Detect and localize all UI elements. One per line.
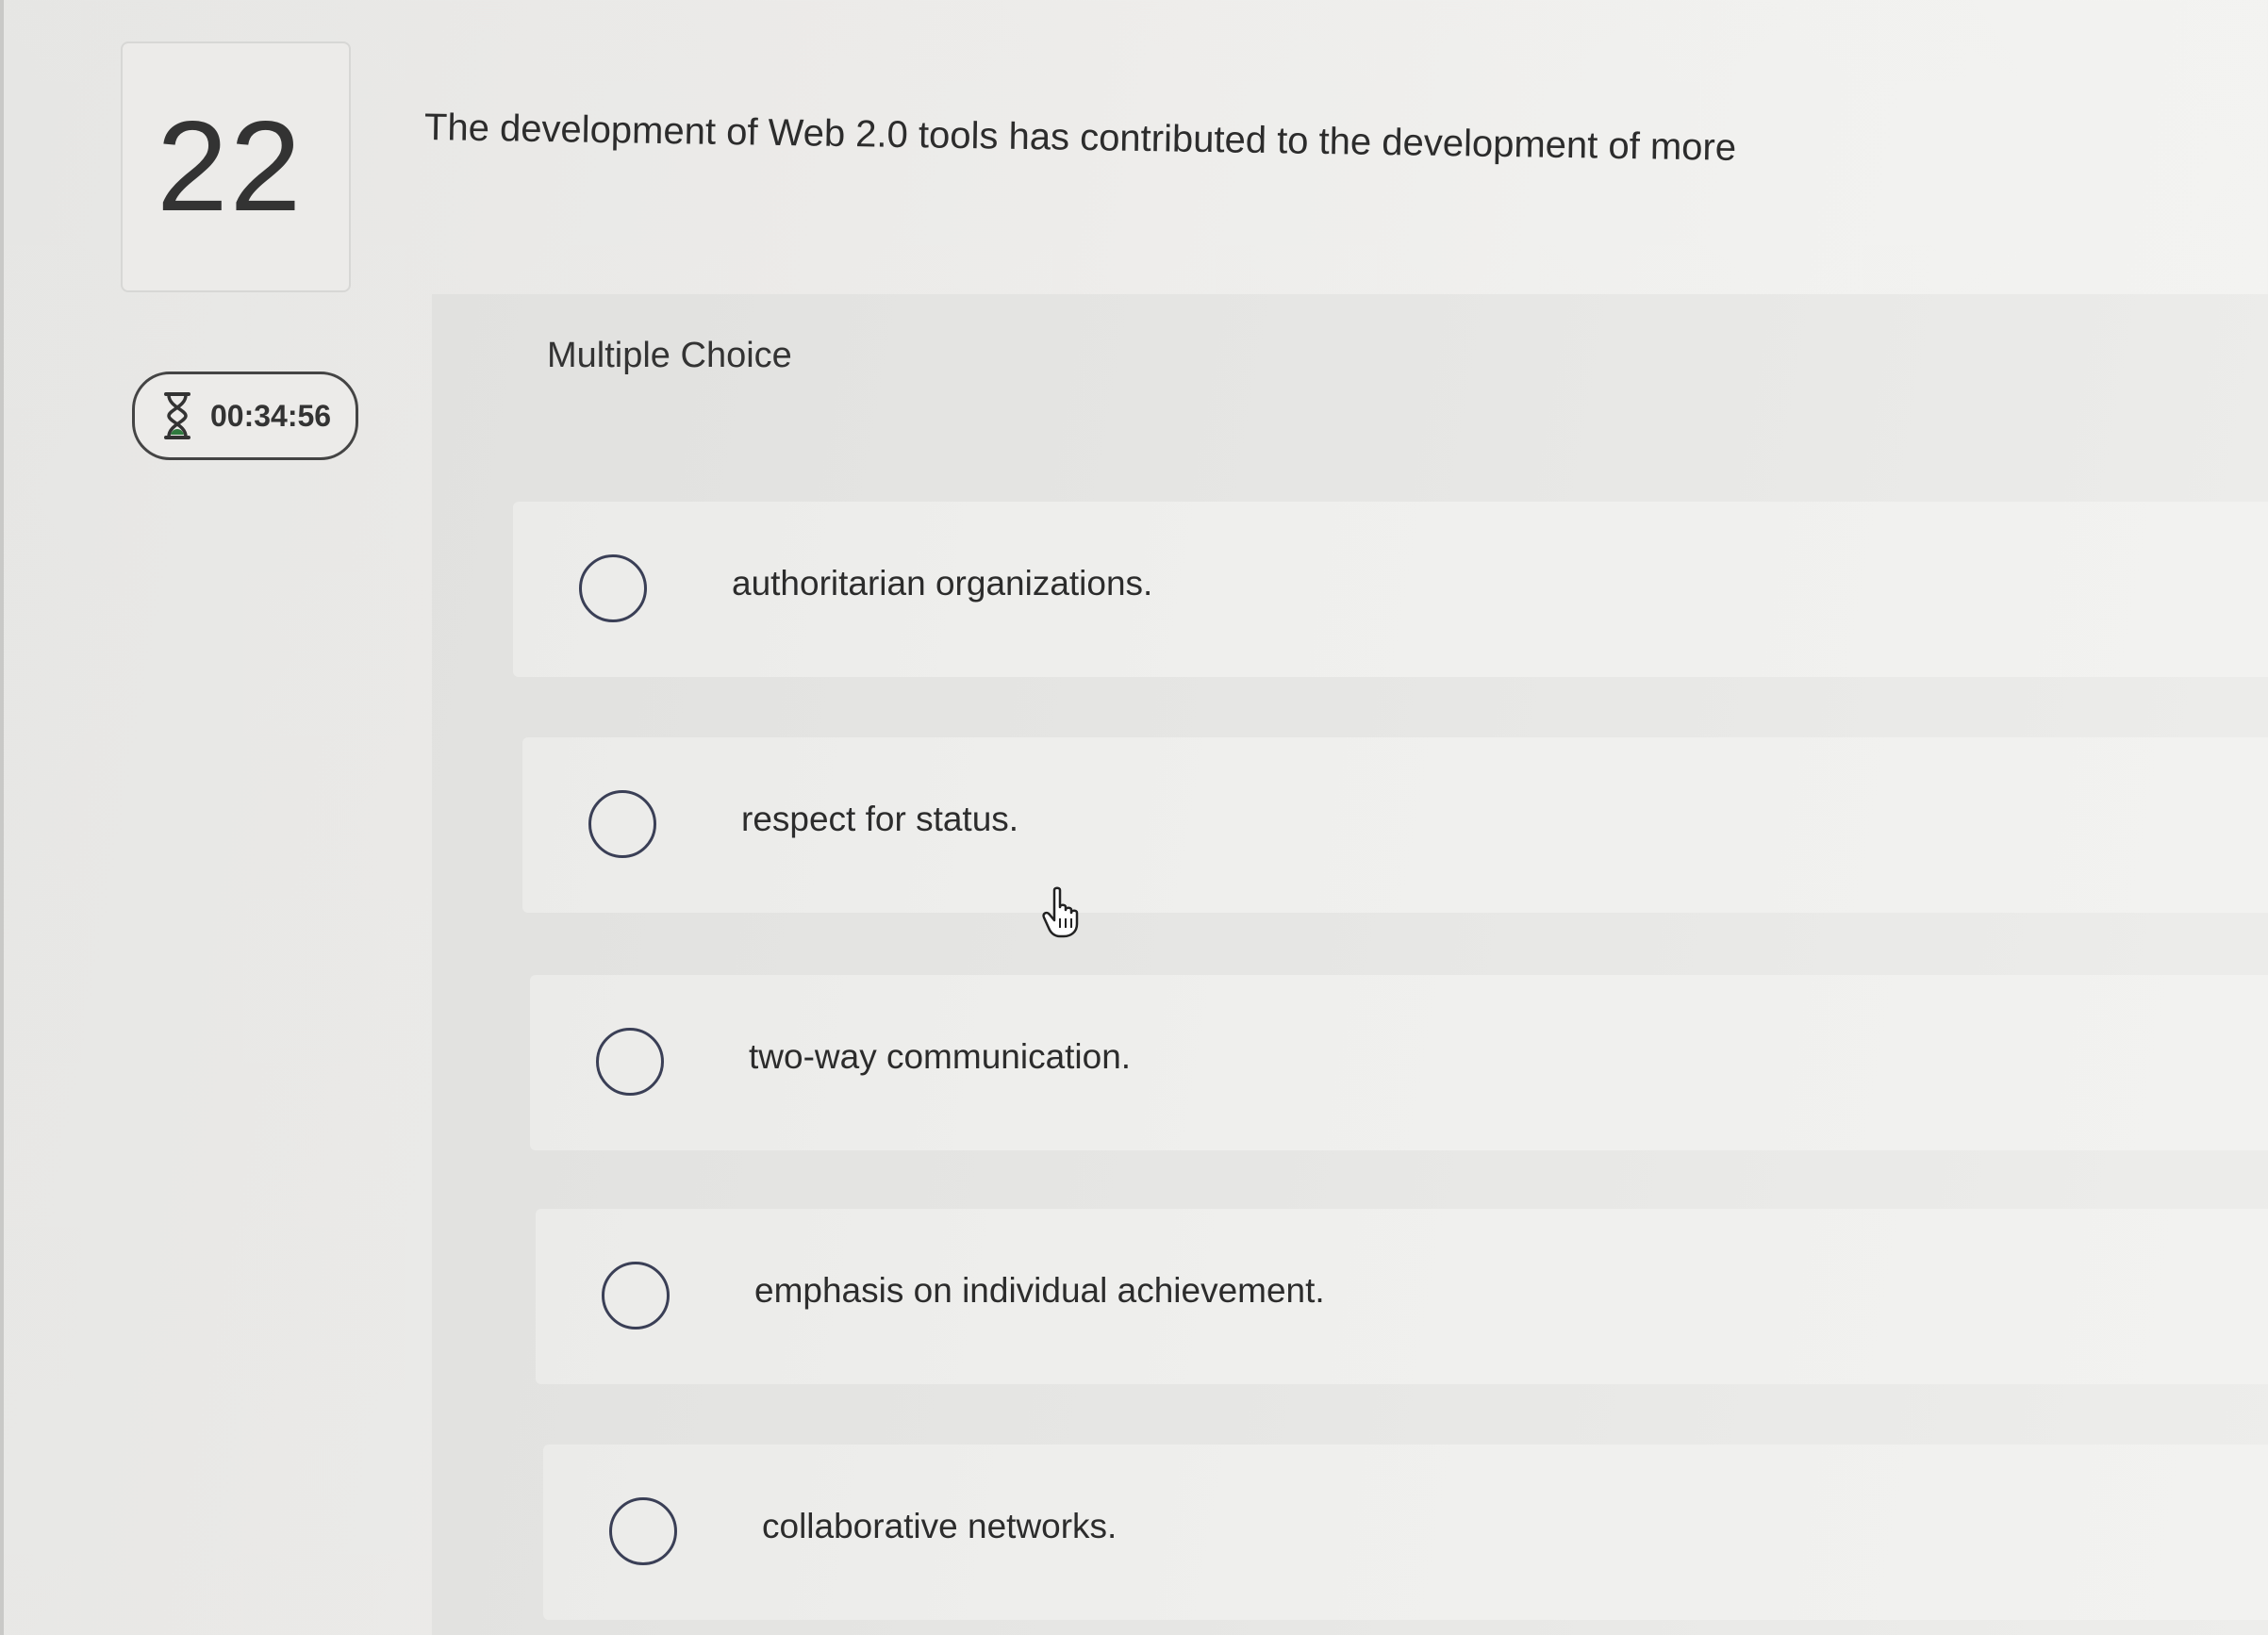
answer-option-label: two-way communication. (749, 1037, 1132, 1076)
radio-button[interactable] (579, 554, 647, 622)
answer-panel: Multiple Choice authoritarian organizati… (432, 294, 2268, 1635)
radio-button[interactable] (602, 1262, 670, 1329)
answer-option[interactable]: respect for status. (522, 737, 2268, 913)
question-type-label: Multiple Choice (547, 336, 792, 375)
question-text: The development of Web 2.0 tools has con… (423, 107, 1737, 169)
radio-button[interactable] (609, 1497, 677, 1565)
answer-option[interactable]: authoritarian organizations. (513, 502, 2268, 677)
timer-badge: 00:34:56 (132, 372, 358, 460)
timer-value: 00:34:56 (210, 398, 332, 433)
hourglass-icon (164, 392, 190, 439)
question-number: 22 (157, 94, 304, 238)
question-type-bar: Multiple Choice (432, 294, 2268, 426)
question-number-box: 22 (121, 41, 351, 292)
answer-option[interactable]: collaborative networks. (543, 1445, 2268, 1620)
answer-option-label: collaborative networks. (762, 1507, 1117, 1545)
left-edge-strip (0, 0, 4, 1635)
radio-button[interactable] (588, 790, 656, 858)
hand-pointer-cursor-icon (1042, 886, 1079, 938)
answer-option-label: authoritarian organizations. (732, 564, 1153, 603)
answer-option-label: respect for status. (741, 800, 1019, 838)
answer-option[interactable]: emphasis on individual achievement. (536, 1209, 2268, 1384)
answer-option[interactable]: two-way communication. (530, 975, 2268, 1150)
answer-option-label: emphasis on individual achievement. (754, 1271, 1325, 1310)
radio-button[interactable] (596, 1028, 664, 1096)
